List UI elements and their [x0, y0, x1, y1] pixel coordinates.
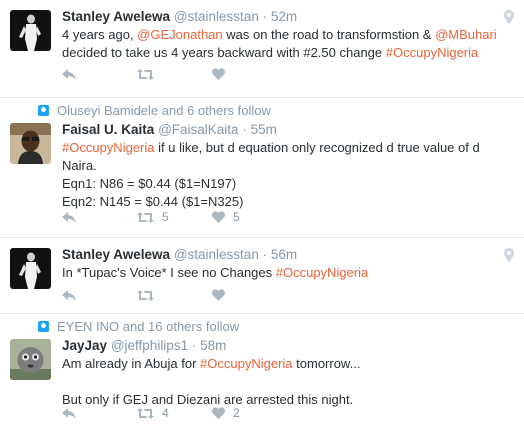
tweet-text: In *Tupac's Voice* I see no Changes #Occ…	[62, 264, 514, 282]
hashtag-link[interactable]: #OccupyNigeria	[62, 140, 155, 155]
text-segment: tomorrow...	[292, 356, 361, 371]
tweet-3[interactable]: Stanley Awelewa @stainlesstan · 56m In *…	[0, 238, 524, 314]
retweet-icon	[137, 289, 154, 301]
retweet-button[interactable]	[137, 68, 212, 80]
social-context: EYEN INO and 16 others follow	[38, 319, 239, 334]
separator: ·	[258, 247, 271, 262]
avatar-image	[10, 10, 51, 51]
follow-context-icon	[38, 321, 49, 332]
social-context-text: EYEN INO and 16 others follow	[57, 319, 240, 334]
like-button[interactable]: 5	[212, 210, 287, 224]
like-count: 5	[233, 210, 240, 224]
social-context-text: Oluseyi Bamidele and 6 others follow	[57, 103, 271, 118]
tweet-header: JayJay @jeffphilips1 · 58m	[62, 337, 514, 355]
tweet-header: Stanley Awelewa @stainlesstan · 56m	[62, 246, 514, 264]
retweet-button[interactable]: 4	[137, 406, 212, 420]
tweet-1[interactable]: Stanley Awelewa @stainlesstan · 52m 4 ye…	[0, 0, 524, 98]
author-name[interactable]: Stanley Awelewa	[62, 247, 170, 262]
avatar-image	[10, 123, 51, 164]
heart-icon	[212, 289, 225, 301]
timestamp[interactable]: 58m	[200, 338, 226, 353]
reply-button[interactable]	[62, 68, 137, 80]
timestamp[interactable]: 55m	[251, 122, 277, 137]
tweet-text: #OccupyNigeria if u like, but d equation…	[62, 139, 514, 211]
text-segment: 4 years ago,	[62, 27, 138, 42]
text-segment: decided to take us 4 years backward with…	[62, 45, 386, 60]
mention-link[interactable]: @GEJonathan	[137, 27, 222, 42]
reply-button[interactable]	[62, 211, 137, 223]
retweet-count: 5	[162, 210, 169, 224]
author-name[interactable]: JayJay	[62, 338, 107, 353]
text-segment: Eqn2: N145 = $0.44 ($1=N325)	[62, 194, 244, 209]
tweet-4[interactable]: EYEN INO and 16 others follow JayJay @je…	[0, 314, 524, 432]
reply-button[interactable]	[62, 289, 137, 301]
text-segment: Am already in Abuja for	[62, 356, 201, 371]
retweet-icon	[137, 68, 154, 80]
location-pin-icon[interactable]	[504, 248, 514, 262]
heart-icon	[212, 68, 225, 80]
like-button[interactable]: 2	[212, 406, 287, 420]
reply-icon	[62, 211, 76, 223]
author-handle[interactable]: @stainlesstan	[174, 9, 259, 24]
heart-icon	[212, 407, 225, 419]
avatar[interactable]	[10, 248, 51, 289]
tweet-actions: 5 5	[62, 210, 287, 224]
avatar[interactable]	[10, 123, 51, 164]
separator: ·	[258, 9, 271, 24]
author-name[interactable]: Stanley Awelewa	[62, 9, 170, 24]
retweet-icon	[137, 407, 154, 419]
text-segment: if u like, but d equation only recognize…	[154, 140, 480, 155]
reply-icon	[62, 68, 76, 80]
retweet-count: 4	[162, 406, 169, 420]
separator: ·	[188, 338, 201, 353]
timestamp[interactable]: 52m	[271, 9, 297, 24]
tweet-actions	[62, 68, 287, 80]
author-name[interactable]: Faisal U. Kaita	[62, 122, 154, 137]
social-context: Oluseyi Bamidele and 6 others follow	[38, 103, 271, 118]
avatar-image	[10, 248, 51, 289]
tweet-header: Stanley Awelewa @stainlesstan · 52m	[62, 8, 514, 26]
tweet-header: Faisal U. Kaita @FaisalKaita · 55m	[62, 121, 514, 139]
tweet-actions	[62, 289, 287, 301]
text-segment: Eqn1: N86 = $0.44 ($1=N197)	[62, 176, 237, 191]
reply-icon	[62, 407, 76, 419]
hashtag-link[interactable]: #OccupyNigeria	[276, 265, 369, 280]
hashtag-link[interactable]: #OccupyNigeria	[200, 356, 293, 371]
mention-link[interactable]: @MBuhari	[435, 27, 497, 42]
author-handle[interactable]: @FaisalKaita	[158, 122, 239, 137]
tweet-actions: 4 2	[62, 406, 287, 420]
author-handle[interactable]: @stainlesstan	[174, 247, 259, 262]
author-handle[interactable]: @jeffphilips1	[111, 338, 188, 353]
follow-context-icon	[38, 105, 49, 116]
retweet-icon	[137, 211, 154, 223]
tweet-text: Am already in Abuja for #OccupyNigeria t…	[62, 355, 514, 409]
reply-button[interactable]	[62, 407, 137, 419]
like-count: 2	[233, 406, 240, 420]
tweet-feed: Stanley Awelewa @stainlesstan · 52m 4 ye…	[0, 0, 524, 432]
reply-icon	[62, 289, 76, 301]
retweet-button[interactable]	[137, 289, 212, 301]
avatar[interactable]	[10, 339, 51, 380]
separator: ·	[238, 122, 251, 137]
location-pin-icon[interactable]	[504, 10, 514, 24]
hashtag-link[interactable]: #OccupyNigeria	[386, 45, 479, 60]
text-segment: Naira.	[62, 158, 97, 173]
retweet-button[interactable]: 5	[137, 210, 212, 224]
avatar-image	[10, 339, 51, 380]
like-button[interactable]	[212, 289, 287, 301]
avatar[interactable]	[10, 10, 51, 51]
heart-icon	[212, 211, 225, 223]
like-button[interactable]	[212, 68, 287, 80]
tweet-text: 4 years ago, @GEJonathan was on the road…	[62, 26, 514, 62]
tweet-2[interactable]: Oluseyi Bamidele and 6 others follow Fai…	[0, 98, 524, 238]
text-segment: In *Tupac's Voice* I see no Changes	[62, 265, 276, 280]
timestamp[interactable]: 56m	[271, 247, 297, 262]
text-segment: was on the road to transformstion &	[222, 27, 436, 42]
